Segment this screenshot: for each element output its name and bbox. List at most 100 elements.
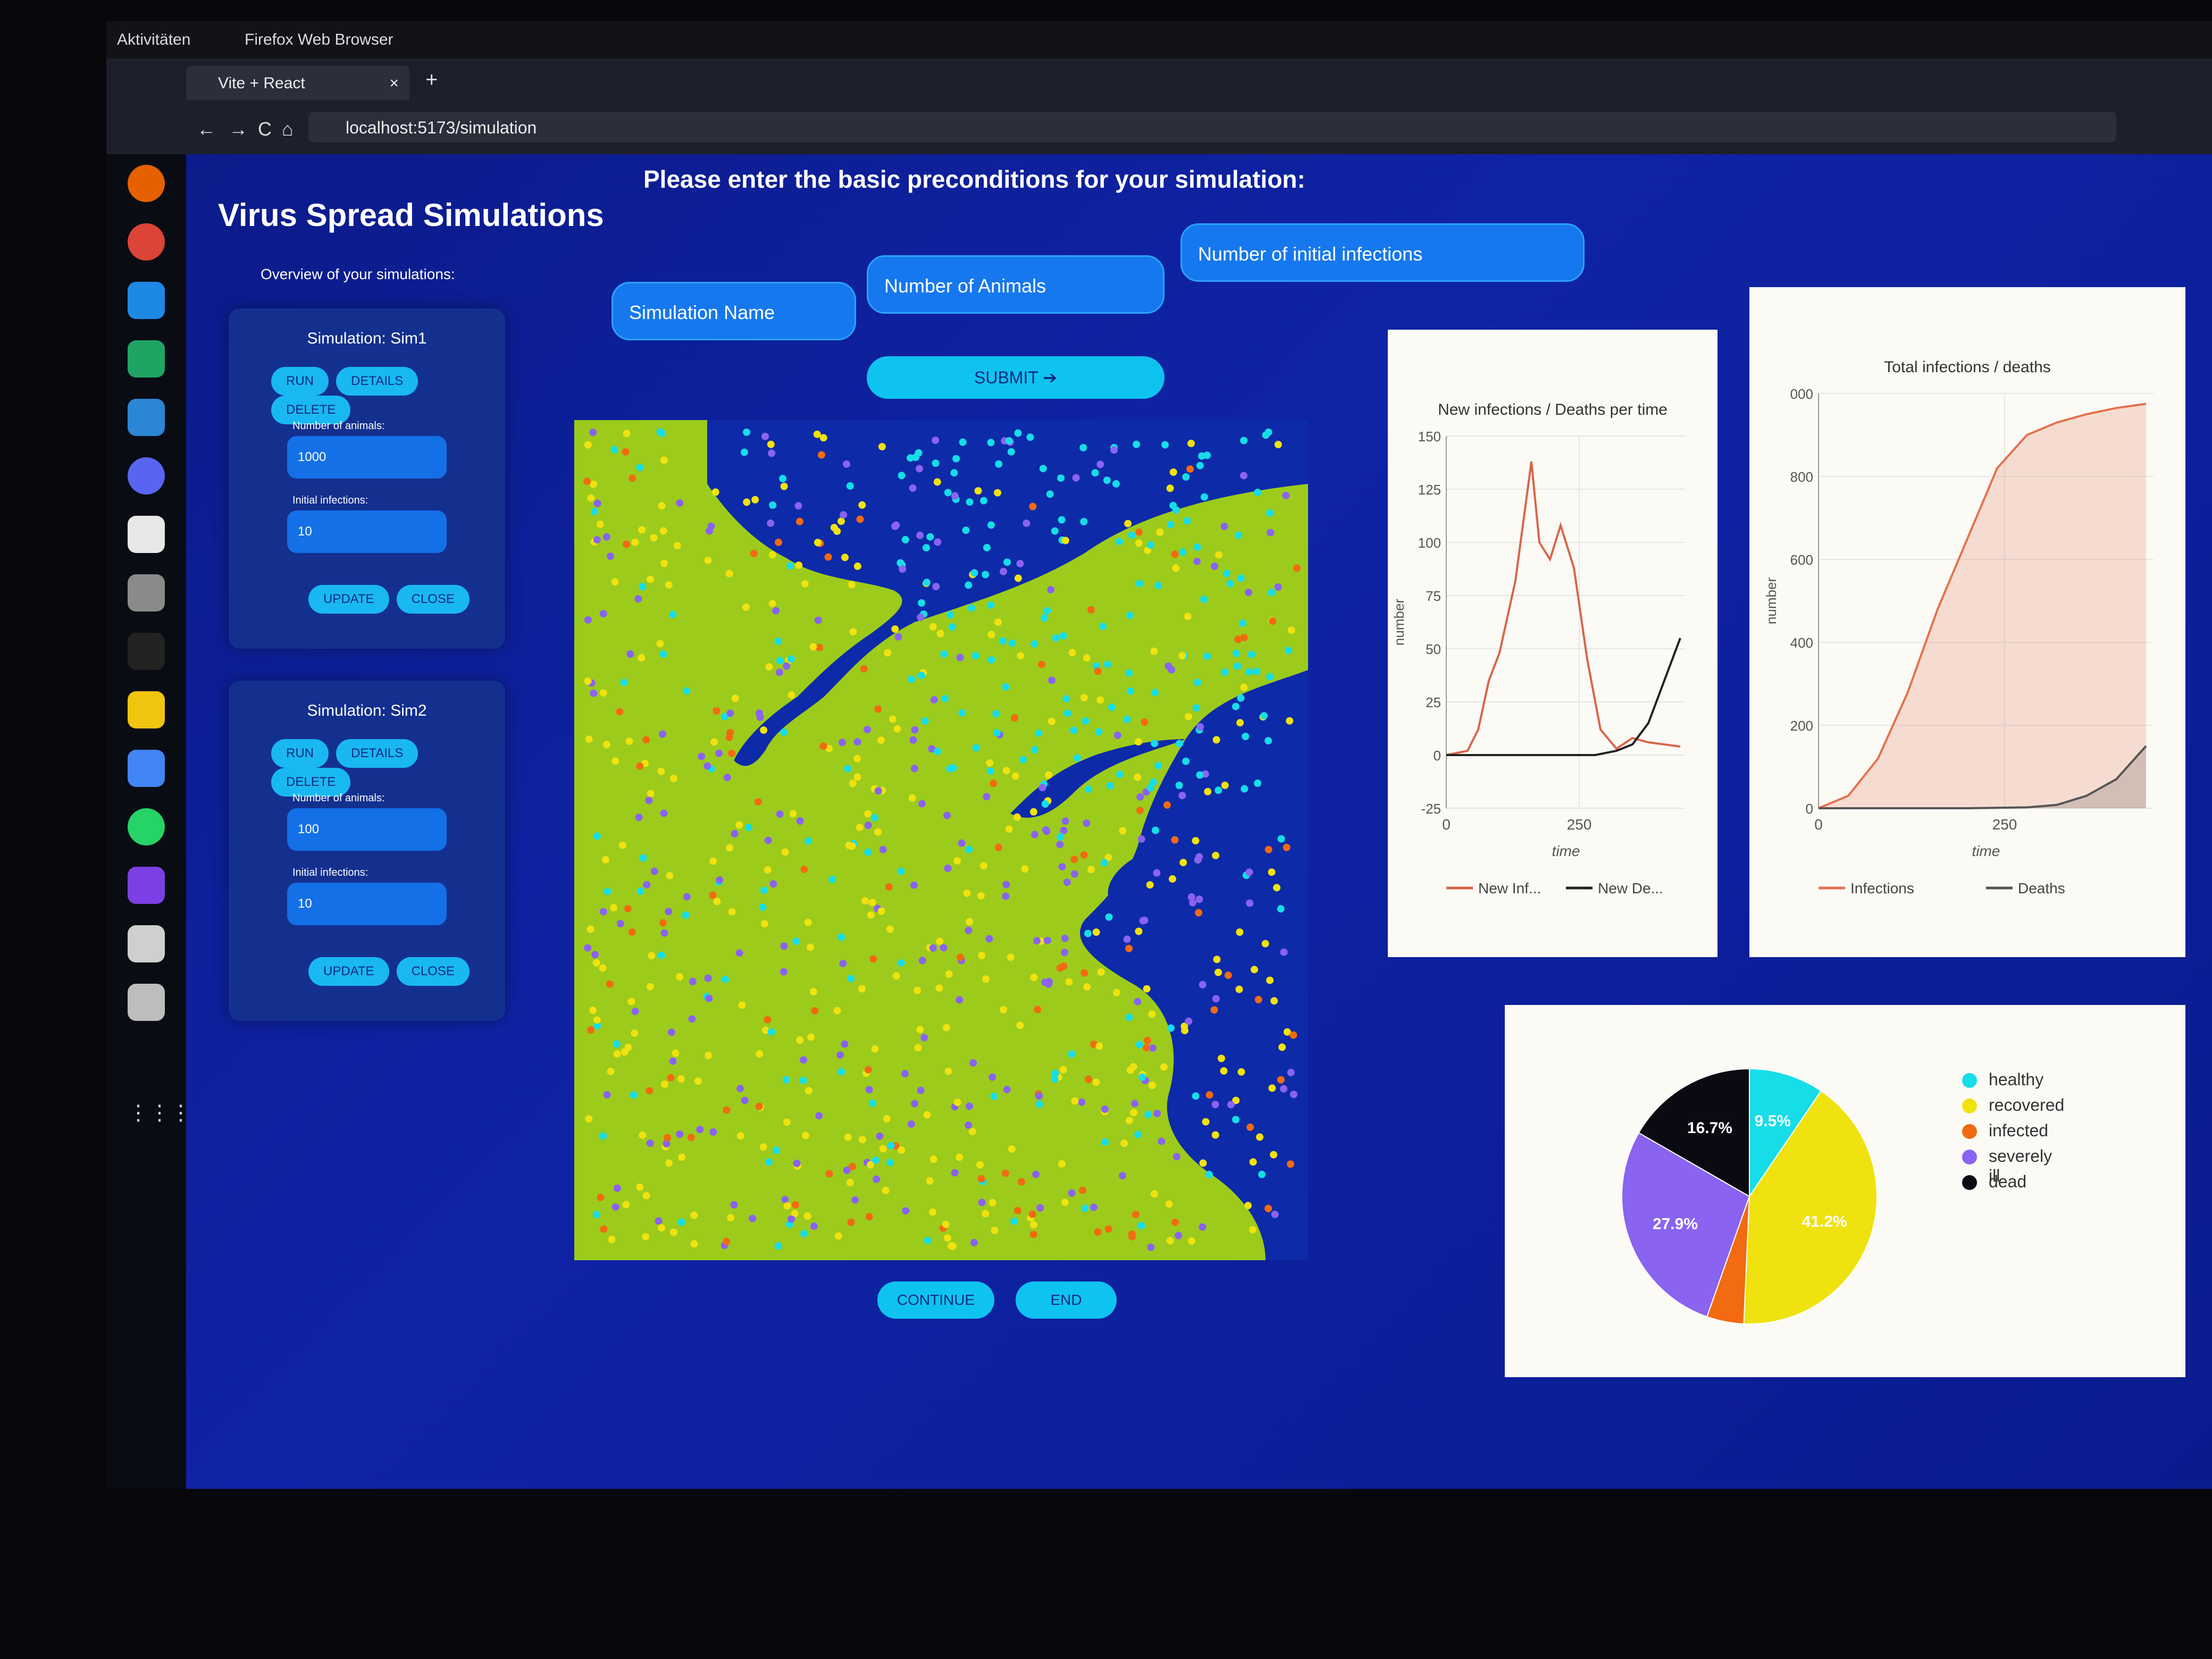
animal-dot xyxy=(599,689,607,697)
trash-icon[interactable] xyxy=(128,984,165,1021)
jetbrains-icon[interactable] xyxy=(128,867,165,904)
files-icon[interactable] xyxy=(128,574,165,611)
animal-dot xyxy=(776,657,784,665)
animal-dot xyxy=(1195,895,1203,903)
animal-dot xyxy=(1249,1158,1257,1166)
animal-dot xyxy=(1038,784,1046,792)
activities-button[interactable]: Aktivitäten xyxy=(117,31,190,49)
details-button[interactable]: DETAILS xyxy=(336,739,418,768)
animal-dot xyxy=(1101,1105,1109,1113)
animal-dot xyxy=(965,1102,973,1110)
animal-dot xyxy=(988,1199,996,1206)
animal-dot xyxy=(601,856,609,864)
close-button[interactable]: CLOSE xyxy=(396,585,470,614)
animal-dot xyxy=(1057,833,1065,841)
animal-dot xyxy=(711,488,719,496)
animal-dot xyxy=(1143,1036,1151,1044)
close-button[interactable]: CLOSE xyxy=(396,957,470,986)
url-bar[interactable]: localhost:5173/simulation xyxy=(308,112,2116,143)
reload-icon[interactable]: C xyxy=(258,118,272,140)
animals-field[interactable]: 100 xyxy=(287,808,447,851)
text-editor-icon[interactable] xyxy=(128,516,165,553)
animal-dot xyxy=(877,907,885,915)
home-icon[interactable]: ⌂ xyxy=(282,118,294,140)
animal-dot xyxy=(879,1145,887,1153)
animal-dot xyxy=(1017,652,1025,660)
animal-dot xyxy=(787,655,795,663)
infections-field[interactable]: 10 xyxy=(287,510,447,553)
x-tick-label: 250 xyxy=(1567,816,1592,833)
animal-dot xyxy=(1002,683,1010,691)
discord-icon[interactable] xyxy=(128,457,165,495)
notes-icon[interactable] xyxy=(128,691,165,728)
outlook-icon[interactable] xyxy=(128,282,165,319)
whatsapp-icon[interactable] xyxy=(128,808,165,845)
animal-dot xyxy=(1042,826,1050,834)
animal-dot xyxy=(948,1242,956,1250)
chrome-icon[interactable] xyxy=(128,223,165,261)
back-icon[interactable]: ← xyxy=(197,118,216,140)
tab-close-icon[interactable]: × xyxy=(389,74,399,93)
animal-dot xyxy=(846,482,854,490)
animal-dot xyxy=(736,1085,744,1093)
continue-button[interactable]: CONTINUE xyxy=(877,1281,994,1319)
animals-input[interactable]: Number of Animals xyxy=(867,255,1164,314)
animal-dot xyxy=(1169,875,1176,883)
animal-dot xyxy=(659,527,667,535)
new-tab-icon[interactable]: + xyxy=(425,68,438,92)
animals-field[interactable]: 1000 xyxy=(287,436,447,479)
animal-dot xyxy=(1240,472,1247,480)
update-button[interactable]: UPDATE xyxy=(308,585,389,614)
animal-dot xyxy=(608,1236,616,1244)
forward-icon[interactable]: → xyxy=(229,118,248,140)
legend-label: Infections xyxy=(1850,880,1914,896)
terminal-icon[interactable] xyxy=(128,633,165,670)
animal-dot xyxy=(1018,1178,1025,1186)
animal-dot xyxy=(1239,619,1247,627)
animal-dot xyxy=(1058,863,1066,871)
usb-drive-icon[interactable] xyxy=(128,925,165,962)
animal-dot xyxy=(646,983,654,991)
animal-dot xyxy=(1287,1069,1295,1076)
animal-dot xyxy=(886,1159,894,1167)
animal-dot xyxy=(1071,1097,1079,1105)
initial-infections-input[interactable]: Number of initial infections xyxy=(1180,223,1585,282)
animal-dot xyxy=(1080,694,1088,701)
animal-dot xyxy=(760,726,768,734)
animal-dot xyxy=(816,643,824,651)
x-axis-label: time xyxy=(1552,843,1580,859)
animal-dot xyxy=(1123,715,1131,723)
infections-field[interactable]: 10 xyxy=(287,883,447,925)
vscode-icon[interactable] xyxy=(128,399,165,436)
animal-dot xyxy=(1236,928,1244,936)
animal-dot xyxy=(874,787,882,795)
animal-dot xyxy=(787,1215,795,1223)
end-button[interactable]: END xyxy=(1016,1281,1117,1319)
details-button[interactable]: DETAILS xyxy=(336,367,418,396)
submit-button[interactable]: SUBMIT ➔ xyxy=(867,356,1164,399)
browser-tab[interactable]: Vite + React × xyxy=(186,66,409,100)
simulation-name-input[interactable]: Simulation Name xyxy=(611,282,856,340)
animal-dot xyxy=(909,484,917,492)
simulation-page: Virus Spread Simulations Overview of you… xyxy=(186,154,2212,1489)
firefox-icon[interactable] xyxy=(128,165,165,202)
animal-dot xyxy=(622,1201,630,1209)
animal-dot xyxy=(1240,634,1248,642)
animal-dot xyxy=(743,498,751,506)
sheets-icon[interactable] xyxy=(128,340,165,378)
animal-dot xyxy=(1138,1073,1146,1081)
docs-icon[interactable] xyxy=(128,750,165,787)
run-button[interactable]: RUN xyxy=(271,367,329,396)
app-grid-icon[interactable]: ⋮⋮⋮ xyxy=(128,1101,191,1138)
animal-dot xyxy=(910,765,918,773)
total-infections-chart-panel: Total infections / deaths 0 200 400 600 800 00… xyxy=(1749,287,2185,957)
animal-dot xyxy=(1058,516,1066,524)
update-button[interactable]: UPDATE xyxy=(308,957,389,986)
animal-dot xyxy=(1084,785,1092,793)
animal-dot xyxy=(634,595,642,603)
animal-dot xyxy=(1126,611,1134,619)
run-button[interactable]: RUN xyxy=(271,739,329,768)
animal-dot xyxy=(1116,770,1124,778)
animal-dot xyxy=(1030,746,1038,753)
animal-dot xyxy=(1232,1116,1240,1124)
